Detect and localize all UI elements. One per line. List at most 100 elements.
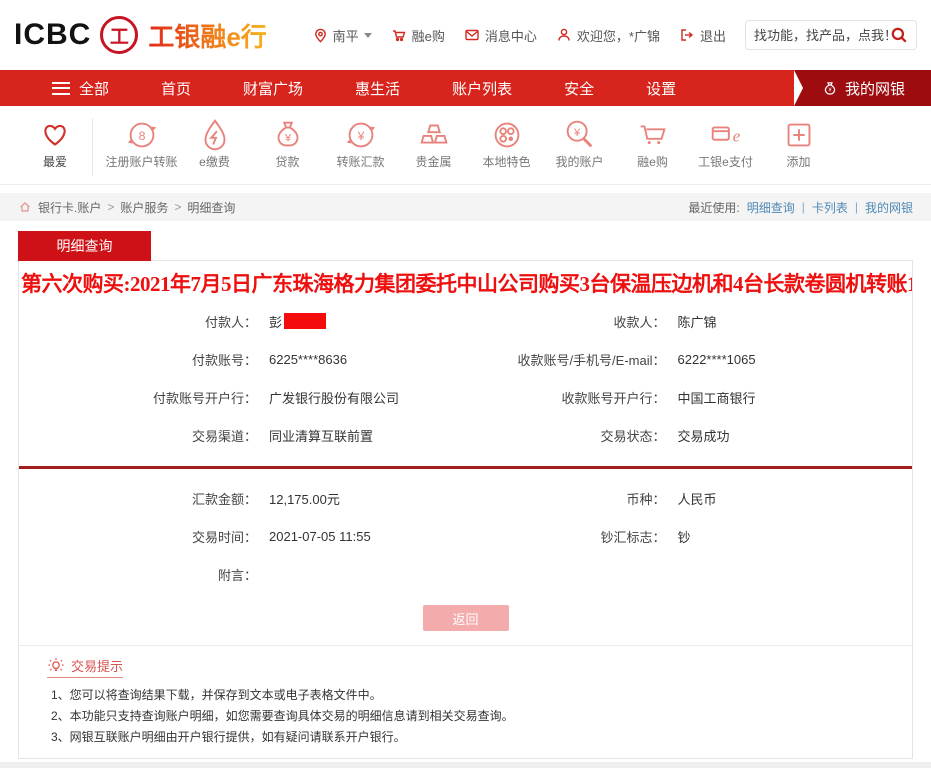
gold-bars-icon <box>415 116 453 154</box>
quick-item-favorites[interactable]: 最爱 <box>24 116 86 184</box>
money-bag-icon: ¥ <box>269 116 307 154</box>
lightbulb-icon <box>47 657 65 675</box>
field-label: 交易时间： <box>19 527 257 546</box>
field-label: 付款人： <box>19 312 257 331</box>
breadcrumb-separator: > <box>174 200 181 214</box>
nav-account-list[interactable]: 账户列表 <box>426 70 538 106</box>
search-input[interactable] <box>754 28 890 43</box>
field-status: 交易状态： 交易成功 <box>466 416 913 454</box>
cart-label: 融e购 <box>412 26 445 45</box>
field-label: 付款账号开户行： <box>19 388 257 407</box>
field-value: 中国工商银行 <box>678 388 756 407</box>
heart-icon <box>36 116 74 154</box>
quick-item-loan[interactable]: ¥ 贷款 <box>251 116 324 184</box>
annotation-banner: 第六次购买:2021年7月5日广东珠海格力集团委托中山公司购买3台保温压边机和4… <box>19 261 912 302</box>
field-amount: 汇款金额： 12,175.00元 <box>19 479 466 517</box>
quick-item-epayment[interactable]: e缴费 <box>178 116 251 184</box>
nav-home[interactable]: 首页 <box>135 70 217 106</box>
field-label: 汇款金额： <box>19 489 257 508</box>
pipe-separator: | <box>802 200 805 214</box>
field-label: 交易状态： <box>466 426 666 445</box>
svg-text:¥: ¥ <box>283 133 291 145</box>
svg-text:¥: ¥ <box>356 129 364 143</box>
tab-bar: 明细查询 <box>18 231 913 261</box>
tip-item: 2、本功能只支持查询账户明细，如您需要查询具体交易的明细信息请到相关交易查询。 <box>47 706 896 727</box>
breadcrumb-current: 明细查询 <box>187 199 235 216</box>
recent-link-card-list[interactable]: 卡列表 <box>812 199 848 216</box>
field-label: 附言： <box>19 565 257 584</box>
pipe-separator: | <box>855 200 858 214</box>
svg-text:¥: ¥ <box>828 88 832 94</box>
quick-item-icbc-epay[interactable]: e 工银e支付 <box>689 116 762 184</box>
chevron-down-icon <box>364 33 372 42</box>
quick-item-rong-e-gou[interactable]: 融e购 <box>616 116 689 184</box>
nav-all[interactable]: 全部 <box>26 70 135 106</box>
field-value: 陈广锦 <box>678 312 717 331</box>
field-payer-account: 付款账号： 6225****8636 <box>19 340 466 378</box>
back-button[interactable]: 返回 <box>423 605 509 631</box>
field-memo: 附言： <box>19 555 466 593</box>
field-label: 收款人： <box>466 312 666 331</box>
icbc-wordmark: ICBC <box>14 18 91 52</box>
field-channel: 交易渠道： 同业清算互联前置 <box>19 416 466 454</box>
yuan-cycle-icon: ¥ <box>342 116 380 154</box>
recently-used: 最近使用: 明细查询 | 卡列表 | 我的网银 <box>688 199 913 216</box>
brand-title: 工银融e行 <box>148 17 266 54</box>
quick-item-register-transfer[interactable]: 8 注册账户转账 <box>105 116 178 184</box>
recent-link-detail-query[interactable]: 明细查询 <box>747 199 795 216</box>
svg-text:¥: ¥ <box>572 127 580 139</box>
quick-item-my-account[interactable]: ¥ 我的账户 <box>543 116 616 184</box>
logout-icon <box>679 27 695 43</box>
empty-cell <box>466 555 913 593</box>
svg-text:8: 8 <box>138 129 145 143</box>
field-payer: 付款人： 彭 <box>19 302 466 340</box>
icbc-logo-icon: 工 <box>100 16 138 54</box>
nav-settings[interactable]: 设置 <box>620 70 702 106</box>
quick-item-transfer-remit[interactable]: ¥ 转账汇款 <box>324 116 397 184</box>
detail-grid-top: 付款人： 彭 收款人： 陈广锦 付款账号： 6225****8636 收款账号/… <box>19 302 912 454</box>
dots-circle-icon <box>488 116 526 154</box>
field-label: 钞汇标志： <box>466 527 666 546</box>
quick-item-label: 转账汇款 <box>324 155 397 170</box>
svg-text:e: e <box>732 127 740 146</box>
recent-link-my-ebank[interactable]: 我的网银 <box>865 199 913 216</box>
search-icon[interactable] <box>890 26 908 44</box>
quick-item-add[interactable]: 添加 <box>762 116 835 184</box>
cart-link[interactable]: 融e购 <box>391 26 445 45</box>
transfer-cycle-icon: 8 <box>123 116 161 154</box>
location-selector[interactable]: 南平 <box>313 26 372 45</box>
breadcrumb-account-services[interactable]: 账户服务 <box>120 199 168 216</box>
field-value: 6225****8636 <box>269 352 347 367</box>
nav-label: 设置 <box>646 78 676 99</box>
search-box <box>745 20 917 50</box>
quick-item-local-features[interactable]: 本地特色 <box>470 116 543 184</box>
transaction-tips: 交易提示 1、您可以将查询结果下载，并保存到文本或电子表格文件中。 2、本功能只… <box>19 645 912 758</box>
quick-item-label: 贷款 <box>251 155 324 170</box>
field-payee: 收款人： 陈广锦 <box>466 302 913 340</box>
tab-detail-query[interactable]: 明细查询 <box>18 231 151 261</box>
nav-wealth-plaza[interactable]: 财富广场 <box>217 70 329 106</box>
cart-icon <box>634 116 672 154</box>
field-label: 收款账号开户行： <box>466 388 666 407</box>
breadcrumb-bank-card-account[interactable]: 银行卡.账户 <box>38 199 101 216</box>
quick-item-label: 工银e支付 <box>689 155 762 170</box>
field-payer-bank: 付款账号开户行： 广发银行股份有限公司 <box>19 378 466 416</box>
nav-hui-life[interactable]: 惠生活 <box>329 70 426 106</box>
logout-link[interactable]: 退出 <box>679 26 726 45</box>
field-payee-account: 收款账号/手机号/E-mail： 6222****1065 <box>466 340 913 378</box>
drop-bolt-icon <box>196 116 234 154</box>
my-ebank-button[interactable]: ¥ 我的网银 <box>794 70 931 106</box>
nav-security[interactable]: 安全 <box>538 70 620 106</box>
nav-all-label: 全部 <box>79 78 109 99</box>
field-value: 2021-07-05 11:55 <box>269 529 371 544</box>
field-value: 人民币 <box>678 489 717 508</box>
top-header: ICBC 工 工银融e行 南平 融e购 消息中心 欢迎您，*广锦 退出 <box>0 0 931 70</box>
message-center-link[interactable]: 消息中心 <box>464 26 537 45</box>
quick-item-label: 添加 <box>762 155 835 170</box>
welcome-user[interactable]: 欢迎您，*广锦 <box>556 26 660 45</box>
nav-label: 账户列表 <box>452 78 512 99</box>
nav-label: 财富广场 <box>243 78 303 99</box>
quick-item-precious-metal[interactable]: 贵金属 <box>397 116 470 184</box>
field-value: 6222****1065 <box>678 352 756 367</box>
field-value: 同业清算互联前置 <box>269 426 373 445</box>
